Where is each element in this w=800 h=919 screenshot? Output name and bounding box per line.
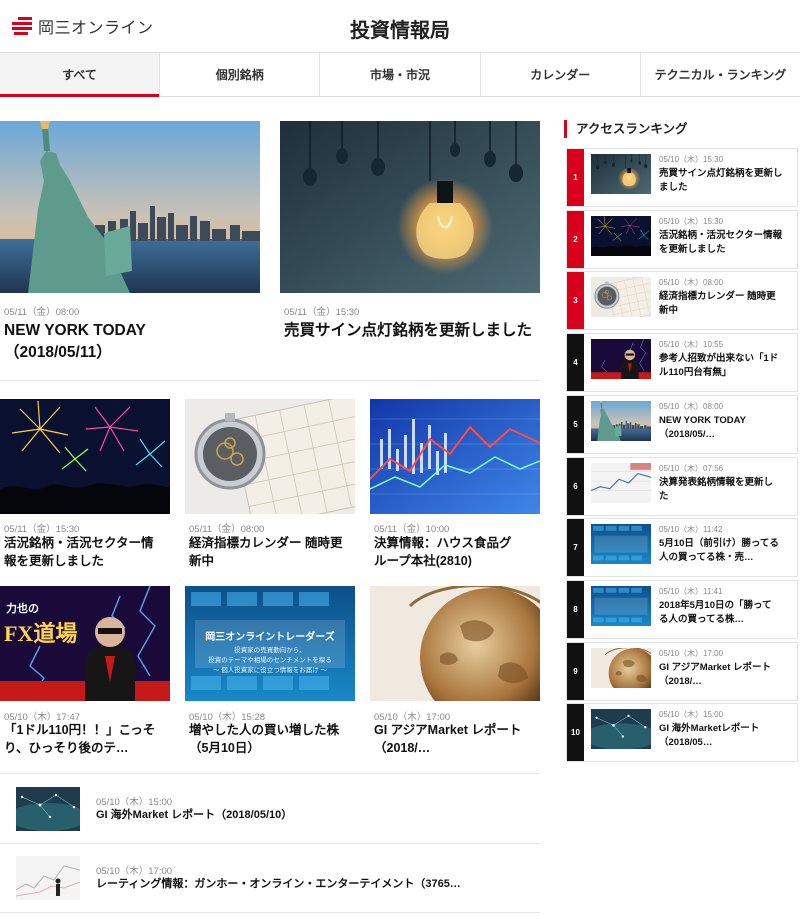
thumbnail-image [591, 401, 651, 441]
thumbnail-image [591, 463, 651, 503]
article-title: 決算情報：ハウス食品グ ループ本社(2810) [374, 536, 512, 568]
ranking-item[interactable]: 1 05/10（木）15:30 売買サイン点灯銘柄を更新し ました [566, 148, 798, 207]
rank-number: 1 [567, 149, 584, 206]
article-title: 売買サイン点灯銘柄を更新しました [284, 322, 533, 339]
ranking-item[interactable]: 2 05/10（木）15:30 活況銘柄・活況セクター情報 を更新しました [566, 210, 798, 269]
rank-number: 2 [567, 211, 584, 268]
rank-number: 7 [567, 519, 584, 576]
rank-number: 6 [567, 458, 584, 515]
article-date: 05/11（金）08:00 [189, 524, 265, 535]
ranking-item[interactable]: 7 05/10（木）11:42 5月10日（前引け）勝ってる 人の買ってる株・売… [566, 518, 798, 577]
tab-all[interactable]: すべて [0, 53, 161, 97]
article-date: 05/10（木）17:00 [96, 866, 173, 877]
thumbnail-image [185, 399, 355, 514]
article-title: 活況銘柄・活況セクター情報を更新しました [4, 536, 154, 568]
article-title: 増やした人の買い増した株 （5月10日） [189, 723, 340, 755]
article-title: 売買サイン点灯銘柄を更新しました [659, 168, 783, 193]
ranking-item[interactable]: 5 05/10（木）08:00 NEW YORK TODAY （2018/05/… [566, 395, 798, 454]
rank-number: 9 [567, 643, 584, 700]
thumbnail-image [591, 648, 651, 688]
rank-number: 8 [567, 581, 584, 638]
thumbnail-image [16, 856, 80, 900]
ranking-heading: アクセスランキング [564, 120, 688, 138]
thumbnail-image [16, 787, 80, 831]
article-date: 05/10（木）15:30 [659, 155, 724, 164]
divider [0, 773, 540, 774]
ranking-item[interactable]: 3 05/10（木）08:00 経済指標カレンダー 随時更 新中 [566, 271, 798, 330]
article-title: NEW YORK TODAY （2018/05/11） [4, 322, 146, 361]
article-date: 05/10（木）15:00 [659, 710, 724, 719]
ranking-item[interactable]: 10 05/10（木）15:00 GI 海外Marketレポート （2018/05… [566, 703, 798, 762]
thumbnail-image [0, 121, 260, 293]
tab-market-conditions[interactable]: 市場・市況 [320, 53, 481, 96]
article-title: 「1ドル110円！！」こっそ り、ひっそり後のテ… [4, 723, 156, 755]
rank-number: 3 [567, 272, 584, 329]
thumb-caption: ～ 個人投資家に役立つ情報をお届け ～ [212, 667, 328, 674]
thumb-caption: 力也の [6, 603, 39, 615]
thumbnail-image [280, 121, 540, 293]
divider [0, 380, 540, 381]
article-title: GI アジアMarket レポート （2018/… [374, 723, 522, 755]
article-title: 2018年5月10日の「勝って る人の買ってる株… [659, 600, 772, 625]
tab-calendar[interactable]: カレンダー [481, 53, 641, 96]
article-date: 05/10（木）17:00 [374, 712, 451, 723]
rank-number: 10 [567, 704, 584, 761]
divider [0, 912, 540, 913]
thumbnail-image [591, 154, 651, 194]
article-title: NEW YORK TODAY （2018/05/… [659, 415, 746, 440]
article-date: 05/10（木）08:00 [659, 402, 724, 411]
ranking-item[interactable]: 4 05/10（木）10:55 参考人招致が出来ない「1ド ル110円台有無」 [566, 333, 798, 392]
rank-number: 5 [567, 396, 584, 453]
article-date: 05/10（木）17:47 [4, 712, 81, 723]
tab-individual-stocks[interactable]: 個別銘柄 [160, 53, 321, 96]
article-title: GI 海外Marketレポート （2018/05… [659, 723, 760, 748]
article-title: 参考人招致が出来ない「1ド ル110円台有無」 [659, 353, 779, 378]
thumb-caption: 岡三オンライントレーダーズ [205, 632, 335, 643]
thumbnail-image [591, 216, 651, 256]
thumbnail-image [591, 277, 651, 317]
ranking-item[interactable]: 8 05/10（木）11:41 2018年5月10日の「勝って る人の買ってる株… [566, 580, 798, 639]
article-date: 05/10（木）11:41 [659, 587, 723, 596]
thumbnail-image [0, 399, 170, 514]
thumbnail-image: 岡三オンライントレーダーズ 投資家の売買動向から、 投資のテーマや相場のセンチメ… [185, 586, 355, 701]
site-header: 岡三オンライン 投資情報局 [0, 0, 800, 52]
ranking-item[interactable]: 6 05/10（木）07:56 決算発表銘柄情報を更新した [566, 457, 798, 516]
thumbnail-image [591, 586, 651, 626]
category-tabs: すべて 個別銘柄 市場・市況 カレンダー テクニカル・ランキング [0, 52, 800, 97]
article-date: 05/10（木）11:42 [659, 525, 723, 534]
thumbnail-image: 力也の FX道場 [0, 586, 170, 701]
article-title: 経済指標カレンダー 随時更 新中 [659, 291, 776, 316]
article-date: 05/10（木）15:28 [189, 712, 266, 723]
ranking-item[interactable]: 9 05/10（木）17:00 GI アジアMarket レポート （2018/… [566, 642, 798, 701]
article-title: 5月10日（前引け）勝ってる 人の買ってる株・売… [659, 538, 779, 563]
article-date: 05/10（木）08:00 [659, 278, 724, 287]
article-title: GI アジアMarket レポート （2018/… [659, 662, 772, 687]
article-date: 05/10（木）17:00 [659, 649, 724, 658]
article-date: 05/11（金）15:30 [4, 524, 80, 535]
article-title: GI 海外Market レポート（2018/05/10） [96, 809, 293, 821]
thumb-caption: FX道場 [4, 621, 78, 646]
article-date: 05/11（金）08:00 [4, 307, 80, 318]
article-date: 05/10（木）15:30 [659, 217, 724, 226]
article-title: 経済指標カレンダー 随時更 新中 [189, 536, 343, 568]
article-title: 決算発表銘柄情報を更新した [659, 477, 774, 502]
divider [0, 843, 540, 844]
article-date: 05/10（木）07:56 [659, 464, 724, 473]
thumbnail-image [591, 524, 651, 564]
article-date: 05/10（木）15:00 [96, 797, 173, 808]
thumbnail-image [370, 399, 540, 514]
rank-number: 4 [567, 334, 584, 391]
thumb-caption: 投資家の売買動向から、 [234, 647, 306, 654]
article-date: 05/11（金）15:30 [284, 307, 360, 318]
article-date: 05/11（金）10:00 [374, 524, 450, 535]
thumb-caption: 投資のテーマや相場のセンチメントを探る [208, 657, 332, 664]
article-title: 活況銘柄・活況セクター情報を更新しました [659, 230, 783, 255]
thumbnail-image [370, 586, 540, 701]
article-title: レーティング情報：ガンホー・オンライン・エンターテイメント（3765… [96, 878, 461, 890]
article-date: 05/10（木）10:55 [659, 340, 724, 349]
page-title: 投資情報局 [350, 20, 450, 42]
thumbnail-image [591, 709, 651, 749]
tab-technical-ranking[interactable]: テクニカル・ランキング [641, 53, 800, 96]
thumbnail-image [591, 339, 651, 379]
